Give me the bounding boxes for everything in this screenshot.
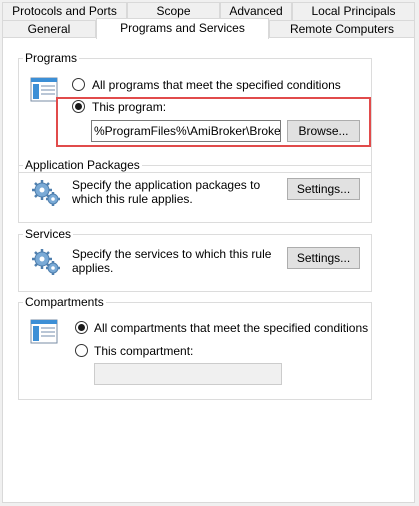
all-programs-radio[interactable] bbox=[72, 78, 85, 91]
tab-local-principals[interactable]: Local Principals bbox=[292, 2, 415, 20]
tab-general[interactable]: General bbox=[2, 20, 96, 38]
packages-description: Specify the application packages to whic… bbox=[72, 178, 261, 206]
compartments-group bbox=[18, 302, 372, 400]
tab-remote-computers[interactable]: Remote Computers bbox=[269, 20, 415, 38]
compartments-group-title: Compartments bbox=[23, 295, 106, 309]
compartment-field[interactable] bbox=[94, 363, 282, 385]
all-programs-label: All programs that meet the specified con… bbox=[92, 78, 341, 92]
all-compartments-label: All compartments that meet the specified… bbox=[94, 321, 369, 335]
gears-icon bbox=[32, 180, 60, 206]
this-compartment-label: This compartment: bbox=[94, 344, 194, 358]
programs-group-title: Programs bbox=[23, 51, 80, 65]
services-description: Specify the services to which this rule … bbox=[72, 247, 272, 275]
packages-group-title: Application Packages bbox=[23, 158, 142, 172]
application-window-icon bbox=[30, 77, 58, 102]
this-compartment-radio[interactable] bbox=[75, 344, 88, 357]
tab-programs-and-services[interactable]: Programs and Services bbox=[96, 18, 269, 39]
services-group-title: Services bbox=[23, 227, 74, 241]
annotation-highlight-box bbox=[56, 97, 371, 147]
gears-icon bbox=[32, 249, 60, 275]
packages-settings-button[interactable]: Settings... bbox=[287, 178, 360, 200]
services-settings-button[interactable]: Settings... bbox=[287, 247, 360, 269]
all-compartments-radio[interactable] bbox=[75, 321, 88, 334]
application-window-icon bbox=[30, 319, 58, 344]
